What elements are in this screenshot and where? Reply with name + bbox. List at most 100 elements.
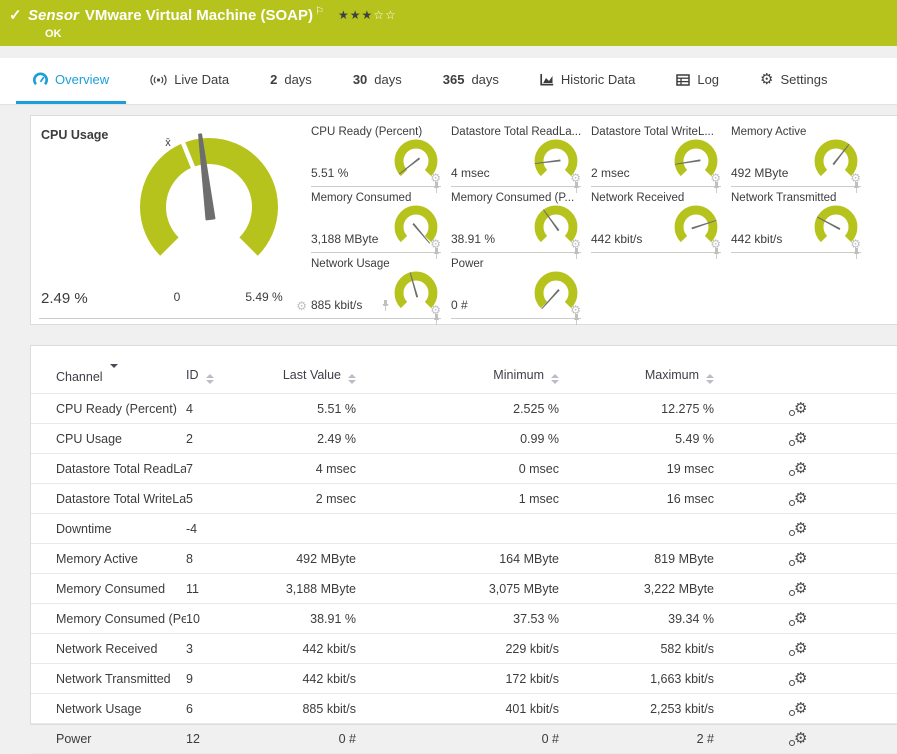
cell-minimum: 401 kbit/s — [356, 693, 559, 724]
tab-log[interactable]: Log — [659, 58, 736, 104]
pin-icon[interactable] — [572, 314, 581, 325]
gauge-actions: ⚙ — [430, 172, 441, 193]
gauge-icon — [33, 72, 48, 86]
table-row[interactable]: Datastore Total WriteLate... 5 2 msec 1 … — [31, 483, 897, 514]
cell-channel[interactable]: CPU Ready (Percent) — [31, 393, 186, 424]
channel-settings-icon[interactable]: ⚙ — [789, 701, 807, 716]
channel-settings-icon[interactable]: ⚙ — [789, 491, 807, 506]
priority-stars[interactable]: ★★★☆☆ — [338, 8, 397, 22]
cell-id: 11 — [186, 573, 276, 604]
tab-settings[interactable]: ⚙ Settings — [743, 58, 844, 104]
cell-id: 8 — [186, 543, 276, 574]
prtg-sensor-page: { "colors": {"brand_green": "#b6c31c", "… — [0, 0, 897, 754]
cell-id: -4 — [186, 513, 276, 544]
tab-label: Settings — [780, 72, 828, 87]
cell-minimum: 0 msec — [356, 453, 559, 484]
cell-id: 9 — [186, 663, 276, 694]
table-row[interactable]: Network Transmitted 9 442 kbit/s 172 kbi… — [31, 663, 897, 694]
gauge-tile-network-transmitted: Network Transmitted 442 kbit/s ⚙ — [731, 192, 861, 259]
table-row[interactable]: Memory Consumed 11 3,188 MByte 3,075 MBy… — [31, 573, 897, 604]
gauge-value: 492 MByte — [731, 166, 789, 180]
gauge-tile-memory-consumed: Memory Consumed 3,188 MByte ⚙ — [311, 192, 441, 259]
table-row[interactable]: Memory Active 8 492 MByte 164 MByte 819 … — [31, 543, 897, 574]
pin-icon[interactable] — [432, 314, 441, 325]
cell-maximum: 819 MByte — [559, 543, 714, 574]
column-header-id[interactable]: ID — [186, 360, 276, 394]
tab-365-days[interactable]: 365 days — [426, 58, 516, 104]
tab-label: Historic Data — [560, 72, 636, 87]
cell-minimum: 2.525 % — [356, 393, 559, 424]
flag-icon[interactable]: ⚐ — [315, 6, 324, 17]
tab-live-data[interactable]: Live Data — [133, 58, 246, 104]
cell-channel[interactable]: Datastore Total ReadLate... — [31, 453, 186, 484]
tab-30-days[interactable]: 30 days — [336, 58, 419, 104]
tab-overview[interactable]: Overview — [16, 58, 127, 104]
cell-maximum: 5.49 % — [559, 423, 714, 454]
cell-minimum — [356, 513, 559, 544]
channel-settings-icon[interactable]: ⚙ — [789, 581, 807, 596]
sort-desc-icon — [109, 364, 118, 382]
column-label[interactable]: Channel — [56, 370, 103, 384]
column-label[interactable]: Minimum — [493, 368, 544, 382]
channel-settings-icon[interactable]: ⚙ — [789, 611, 807, 626]
small-gauges-grid: CPU Ready (Percent) 5.51 % ⚙ Datastore T… — [311, 126, 871, 325]
column-header-channel[interactable]: Channel — [31, 360, 186, 394]
gauge-actions: ⚙ — [710, 238, 721, 259]
cell-id: 3 — [186, 633, 276, 664]
column-header-maximum[interactable]: Maximum — [559, 360, 714, 394]
channel-settings-icon[interactable]: ⚙ — [789, 551, 807, 566]
cell-maximum: 16 msec — [559, 483, 714, 514]
gauge-tile-network-usage: Network Usage 885 kbit/s ⚙ — [311, 258, 441, 325]
cell-maximum: 2,253 kbit/s — [559, 693, 714, 724]
column-label[interactable]: ID — [186, 368, 199, 382]
column-header-minimum[interactable]: Minimum — [356, 360, 559, 394]
table-row[interactable]: Downtime -4 ⚙ — [31, 513, 897, 544]
channel-settings-icon[interactable]: ⚙ — [789, 521, 807, 536]
cell-channel[interactable]: Network Usage — [31, 693, 186, 724]
cell-channel[interactable]: Datastore Total WriteLate... — [31, 483, 186, 514]
channel-settings-icon[interactable]: ⚙ — [789, 401, 807, 416]
column-label[interactable]: Last Value — [283, 368, 341, 382]
gauge-actions: ⚙ — [570, 238, 581, 259]
table-row[interactable]: Network Usage 6 885 kbit/s 401 kbit/s 2,… — [31, 693, 897, 724]
channel-settings-icon[interactable]: ⚙ — [789, 731, 807, 746]
table-row[interactable]: CPU Usage 2 2.49 % 0.99 % 5.49 % ⚙ — [31, 423, 897, 454]
gauges-panel: CPU Usage x̄ 2.49 % 0 5.49 % ⚙ CPU Ready… — [30, 115, 897, 325]
status-badge: OK — [45, 28, 62, 40]
table-row[interactable]: CPU Ready (Percent) 4 5.51 % 2.525 % 12.… — [31, 393, 897, 424]
channel-settings-icon[interactable]: ⚙ — [789, 671, 807, 686]
pin-icon[interactable] — [712, 248, 721, 259]
table-row[interactable]: Network Received 3 442 kbit/s 229 kbit/s… — [31, 633, 897, 664]
cell-channel[interactable]: Network Received — [31, 633, 186, 664]
cell-last-value: 5.51 % — [276, 393, 356, 424]
stars-filled[interactable]: ★★★ — [338, 8, 373, 22]
column-header-last-value[interactable]: Last Value — [276, 360, 356, 394]
tab-historic-data[interactable]: Historic Data — [523, 58, 652, 104]
average-marker-label: x̄ — [165, 137, 171, 149]
channel-settings-icon[interactable]: ⚙ — [789, 641, 807, 656]
tab-2-days[interactable]: 2 days — [253, 58, 329, 104]
gear-icon: ⚙ — [760, 71, 774, 88]
cell-channel[interactable]: Downtime — [31, 513, 186, 544]
pin-icon[interactable] — [852, 248, 861, 259]
cell-channel[interactable]: Network Transmitted — [31, 663, 186, 694]
cell-last-value: 4 msec — [276, 453, 356, 484]
cell-maximum: 582 kbit/s — [559, 633, 714, 664]
cell-channel[interactable]: CPU Usage — [31, 423, 186, 454]
cell-channel[interactable]: Memory Consumed (Per... — [31, 603, 186, 634]
table-row[interactable]: Datastore Total ReadLate... 7 4 msec 0 m… — [31, 453, 897, 484]
table-row[interactable]: Memory Consumed (Per... 10 38.91 % 37.53… — [31, 603, 897, 634]
channel-settings-icon[interactable]: ⚙ — [789, 461, 807, 476]
broadcast-icon — [150, 74, 167, 85]
gauge-value: 2 msec — [591, 166, 630, 180]
channel-settings-icon[interactable]: ⚙ — [789, 431, 807, 446]
main-gauge-dial: x̄ — [140, 133, 278, 256]
cell-channel[interactable]: Memory Active — [31, 543, 186, 574]
cell-last-value: 38.91 % — [276, 603, 356, 634]
gear-icon[interactable]: ⚙ — [296, 300, 307, 312]
column-label[interactable]: Maximum — [645, 368, 699, 382]
stars-empty[interactable]: ☆☆ — [373, 8, 397, 22]
cell-channel[interactable]: Power — [31, 723, 186, 754]
cell-channel[interactable]: Memory Consumed — [31, 573, 186, 604]
table-row[interactable]: Power 12 0 # 0 # 2 # ⚙ — [31, 723, 897, 754]
